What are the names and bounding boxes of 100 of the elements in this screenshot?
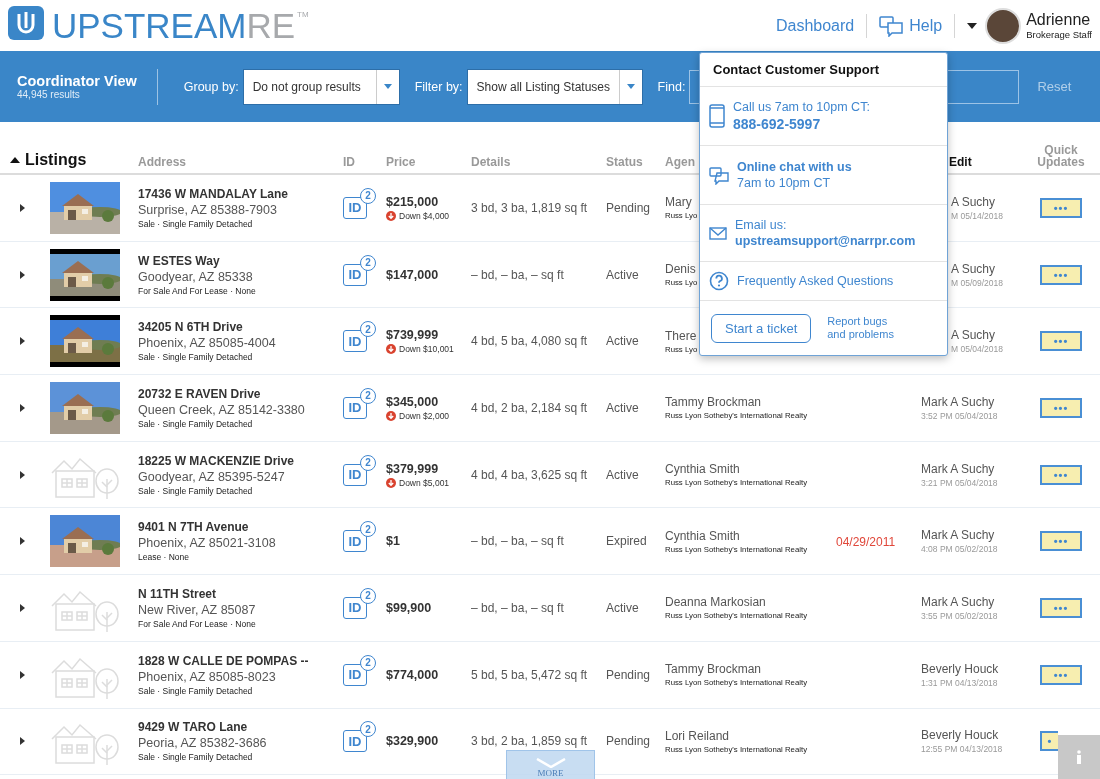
agent-name: Tammy Brockman (665, 395, 762, 410)
listing-type: Sale · Single Family Detached (138, 685, 253, 696)
quick-update-button[interactable]: ••• (1040, 331, 1082, 352)
column-header[interactable]: Status (606, 156, 643, 169)
count-badge: 2 (360, 654, 376, 671)
caret-icon (20, 737, 25, 746)
city-line: Surprise, AZ 85388-7903 (138, 202, 277, 217)
listing-details: 4 bd, 2 ba, 2,184 sq ft (471, 400, 589, 415)
count-badge: 2 (360, 187, 376, 204)
quick-update-button[interactable]: ••• (1040, 531, 1082, 552)
street-address[interactable]: W ESTES Way (138, 253, 220, 268)
city-line: Goodyear, AZ 85395-5247 (138, 469, 285, 484)
listings-title: Listings (25, 151, 87, 169)
city-line: Queen Creek, AZ 85142-3380 (138, 402, 305, 417)
count-badge: 2 (360, 521, 376, 538)
listing-details: 3 bd, 2 ba, 1,859 sq ft (471, 734, 589, 749)
street-address[interactable]: 9429 W TARO Lane (138, 720, 248, 735)
user-role: Brokerage Staff (1026, 29, 1092, 40)
caret-icon[interactable] (967, 22, 978, 29)
price-change: Down $2,000 (386, 410, 450, 421)
listing-status: Active (606, 600, 640, 615)
city-line: Peoria, AZ 85382-3686 (138, 736, 267, 751)
agent-name: Denis (665, 262, 696, 277)
column-header[interactable]: Price (386, 156, 416, 169)
help-icon (709, 271, 729, 291)
listing-type: Lease · None (138, 552, 190, 563)
email-value[interactable]: upstreamsupport@narrpr.com (735, 234, 916, 248)
listing-status: Pending (606, 200, 652, 215)
price-change: Down $4,000 (386, 210, 450, 221)
chat-link[interactable]: Online chat with us (737, 160, 852, 174)
listing-details: – bd, – ba, – sq ft (471, 267, 565, 282)
price: $147,000 (386, 267, 439, 282)
phone-icon (709, 104, 725, 128)
quick-update-button[interactable]: • (1040, 731, 1058, 752)
quick-update-button[interactable]: ••• (1040, 397, 1082, 418)
column-header[interactable]: Address (138, 156, 187, 169)
column-header[interactable]: Edit (949, 156, 972, 169)
trademark-mark: TM (297, 9, 309, 19)
quick-update-button[interactable]: ••• (1040, 664, 1082, 685)
listing-status: Active (606, 334, 640, 349)
caret-icon (20, 537, 25, 546)
listing-type: For Sale And For Lease · None (138, 618, 256, 629)
street-address[interactable]: N 11TH Street (138, 586, 217, 601)
street-address[interactable]: 1828 W CALLE DE POMPAS -- (138, 653, 309, 668)
price: $215,000 (386, 194, 439, 209)
column-header[interactable]: Details (471, 156, 511, 169)
column-header[interactable]: ID (343, 156, 355, 169)
down-arrow-icon (386, 344, 396, 355)
street-address[interactable]: 9401 N 7TH Avenue (138, 520, 249, 535)
quick-update-button[interactable]: ••• (1040, 597, 1082, 618)
chat-icon (709, 165, 729, 185)
street-address[interactable]: 34205 N 6TH Drive (138, 320, 243, 335)
editor-name: Mark A Suchy (921, 394, 995, 409)
report-bugs-link[interactable]: Report bugs and problems (827, 315, 908, 341)
listing-status: Pending (606, 667, 652, 682)
agent-name: Mary (665, 195, 692, 210)
agent-name: Deanna Markosian (665, 595, 766, 610)
street-address[interactable]: 18225 W MACKENZIE Drive (138, 453, 295, 468)
email-link[interactable]: Email us: (735, 218, 787, 232)
agent-name: Cynthia Smith (665, 462, 740, 477)
street-address[interactable]: 20732 E RAVEN Drive (138, 386, 261, 401)
editor-name: Mark A Suchy (921, 461, 995, 476)
group-select[interactable]: Do not group results (242, 68, 400, 105)
edit-time: 3:55 PM 05/02/2018 (921, 610, 998, 621)
more-button[interactable]: MORE (506, 750, 595, 779)
editor-name: A Suchy (951, 328, 996, 343)
column-header[interactable]: Quick Updates (1030, 143, 1092, 169)
phone-value[interactable]: 888-692-5997 (733, 116, 821, 132)
price: $739,999 (386, 328, 439, 343)
listing-type: Sale · Single Family Detached (138, 752, 253, 763)
price-change: Down $5,001 (386, 477, 450, 488)
user-avatar[interactable] (985, 7, 1022, 44)
listing-details: 3 bd, 3 ba, 1,819 sq ft (471, 200, 589, 215)
start-ticket-button[interactable]: Start a ticket (711, 313, 812, 343)
reset-button[interactable]: Reset (1031, 78, 1078, 95)
dashboard-link[interactable]: Dashboard (775, 16, 855, 35)
listing-status: Active (606, 400, 640, 415)
caret-icon (20, 470, 25, 479)
phone-link[interactable]: Call us 7am to 10pm CT: (733, 100, 870, 114)
listing-status: Active (606, 267, 640, 282)
quick-update-button[interactable]: ••• (1040, 197, 1082, 218)
quick-update-button[interactable]: ••• (1040, 264, 1082, 285)
edit-time: M 05/09/2018 (951, 277, 1003, 288)
count-badge: 2 (360, 387, 376, 404)
agent-name: Cynthia Smith (665, 528, 740, 543)
street-address[interactable]: 17436 W MANDALAY Lane (138, 186, 289, 201)
editor-name: Beverly Houck (921, 661, 999, 676)
quick-update-button[interactable]: ••• (1040, 464, 1082, 485)
find-label: Find: (657, 79, 686, 94)
price: $99,900 (386, 600, 432, 615)
caret-icon (20, 270, 25, 279)
city-line: Goodyear, AZ 85338 (138, 269, 253, 284)
price: $329,900 (386, 734, 439, 749)
help-link[interactable]: Help (879, 14, 943, 37)
edit-time: 3:21 PM 05/04/2018 (921, 477, 998, 488)
filter-select[interactable]: Show all Listing Statuses (466, 68, 643, 105)
faq-link[interactable]: Frequently Asked Questions (737, 274, 894, 288)
column-header[interactable]: Agen (665, 156, 695, 169)
logo-icon (8, 5, 44, 40)
sort-caret-icon[interactable] (10, 157, 20, 163)
